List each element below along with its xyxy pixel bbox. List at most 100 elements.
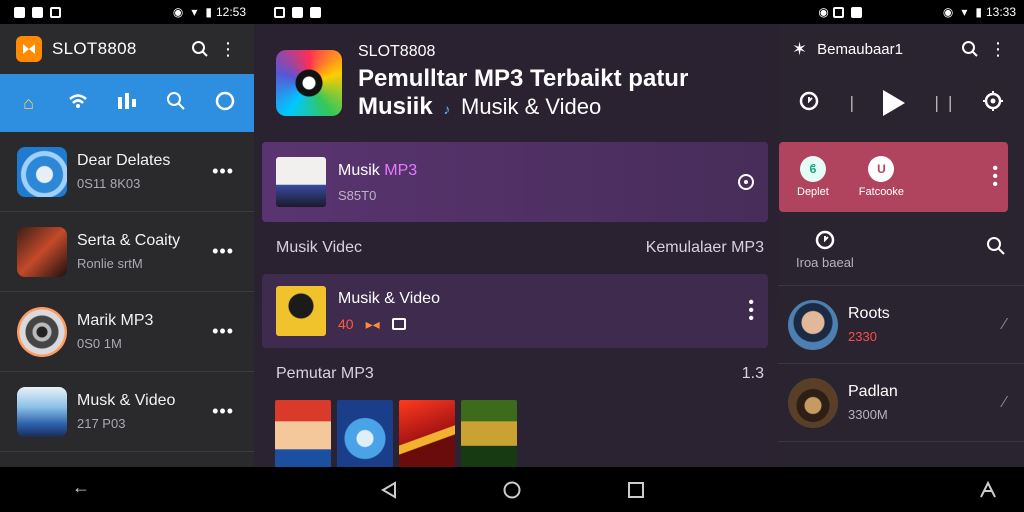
- more-horiz-icon[interactable]: •••: [202, 401, 244, 422]
- artist-name: Roots: [848, 305, 890, 322]
- status-time: 12:53: [215, 5, 246, 19]
- notification-icon: [292, 6, 303, 18]
- home-icon: ⌂: [23, 92, 35, 113]
- recents-square-icon[interactable]: [627, 481, 645, 504]
- music-note-icon: ♪: [443, 101, 451, 117]
- tab-home[interactable]: ⌂: [11, 85, 47, 121]
- more-horiz-icon[interactable]: •••: [202, 321, 244, 342]
- more-vert-icon[interactable]: ⋮: [984, 35, 1012, 63]
- rotate-icon[interactable]: [978, 480, 998, 505]
- tab-search[interactable]: [158, 85, 194, 121]
- alarm-icon: ◉: [818, 5, 829, 19]
- back-arrow-icon[interactable]: ←: [72, 477, 90, 498]
- card-title: Musik & Video: [338, 289, 440, 307]
- timer-icon[interactable]: [814, 228, 836, 255]
- artist-count: 2330: [848, 329, 877, 344]
- alarm-icon: ◉: [172, 5, 184, 19]
- player-title: Bemaubaar1: [817, 40, 903, 58]
- featured-card[interactable]: Musik MP3 S85T0: [262, 142, 768, 222]
- more-vert-icon[interactable]: ⋮: [214, 35, 242, 63]
- list-item[interactable]: Serta & Coaity Ronlie srtM •••: [0, 212, 254, 292]
- wifi-icon: ▾: [961, 5, 968, 19]
- list-item-title: Musk & Video: [77, 392, 176, 409]
- tab-stream[interactable]: [60, 85, 96, 121]
- poster-thumbnail[interactable]: [399, 400, 455, 467]
- play-icon[interactable]: [883, 90, 906, 116]
- list-item-subtitle: 0S11 8K03: [77, 176, 141, 191]
- search-icon[interactable]: [986, 236, 1006, 261]
- poster-thumbnail[interactable]: [337, 400, 393, 467]
- radio-icon[interactable]: [738, 174, 754, 190]
- more-vert-icon[interactable]: • • •: [992, 161, 998, 193]
- page-title: Pemulltar MP3 Terbaikt patur Musiik ♪ Mu…: [358, 65, 688, 123]
- section-title[interactable]: Musik Videc: [276, 239, 362, 257]
- list-item[interactable]: Musk & Video 217 P03 •••: [0, 372, 254, 452]
- wifi-icon: ▾: [191, 5, 198, 19]
- main-panel: SLOT8808 Pemulltar MP3 Terbaikt patur Mu…: [254, 24, 778, 467]
- wifi-icon: [68, 93, 88, 114]
- section-header: Pemutar MP3 1.3: [254, 348, 778, 400]
- notification-icon: [310, 6, 321, 18]
- card-title: Musik MP3: [338, 162, 417, 180]
- artist-avatar: [788, 377, 838, 428]
- equalizer-icon: [117, 92, 137, 115]
- back-triangle-icon[interactable]: [380, 481, 398, 504]
- timer-label: Iroa baeal: [796, 254, 854, 270]
- search-icon: [166, 91, 186, 116]
- deplet-button[interactable]: ϐ Deplet: [797, 156, 829, 198]
- section-link[interactable]: Kemulalaer MP3: [646, 239, 764, 257]
- system-nav-bar: ←: [0, 467, 1024, 512]
- pause-icon[interactable]: ❘❘: [930, 93, 957, 113]
- album-thumbnail: [17, 306, 67, 357]
- album-thumbnail: [17, 146, 67, 197]
- poster-thumbnail[interactable]: [461, 400, 517, 467]
- more-vert-icon[interactable]: • • •: [748, 295, 754, 327]
- quick-actions-card: ϐ Deplet U Fatcooke • • •: [779, 142, 1008, 212]
- list-item-title: Marik MP3: [77, 312, 154, 329]
- disc-icon: [215, 91, 235, 116]
- notification-icon: [32, 6, 43, 18]
- list-item[interactable]: Dear Delates 0S11 8K03 •••: [0, 132, 254, 212]
- album-thumbnail: [276, 157, 326, 207]
- search-icon[interactable]: [956, 35, 984, 63]
- header-brand: SLOT8808: [358, 43, 436, 60]
- home-circle-icon[interactable]: [503, 481, 521, 504]
- tab-bar: ⌂: [0, 74, 254, 132]
- star-icon[interactable]: ✶: [792, 39, 807, 60]
- more-horiz-icon[interactable]: •••: [202, 241, 244, 262]
- notification-icon: [274, 6, 285, 18]
- list-item-subtitle: 217 P03: [77, 416, 126, 431]
- fatcooke-button[interactable]: U Fatcooke: [859, 156, 904, 198]
- notification-icon: [850, 6, 862, 18]
- player-panel: ✶ Bemaubaar1 ⋮ ❘ ❘❘ ϐ Deplet U Fatcooke …: [778, 24, 1024, 467]
- poster-thumbnail[interactable]: [275, 400, 331, 467]
- title-line2: Musiik: [358, 93, 433, 120]
- bow-icon: ▸◂: [365, 315, 380, 332]
- artist-row[interactable]: Roots 2330 ⁄: [778, 286, 1024, 364]
- screen-icon[interactable]: [391, 318, 406, 330]
- player-header: ✶ Bemaubaar1 ⋮: [778, 24, 1024, 74]
- playback-controls: ❘ ❘❘: [778, 74, 1024, 132]
- timer-row: Iroa baeal: [778, 212, 1024, 286]
- title-subtitle: Musik & Video: [461, 94, 602, 119]
- status-bar-left: ◉ ▾ ▮ 12:53: [0, 0, 254, 24]
- artist-row[interactable]: Padlan 3300M ⁄: [778, 364, 1024, 442]
- more-horiz-icon[interactable]: •••: [202, 161, 244, 182]
- card-title-part: Musik: [338, 161, 385, 179]
- edit-icon[interactable]: ⁄: [1003, 394, 1006, 412]
- app-logo-icon: [16, 36, 42, 62]
- video-card[interactable]: Musik & Video 40 ▸◂ • • •: [262, 274, 768, 348]
- section-title[interactable]: Pemutar MP3: [276, 365, 374, 383]
- search-icon[interactable]: [186, 35, 214, 63]
- previous-icon[interactable]: ❘: [845, 93, 858, 113]
- notification-icon: [832, 6, 844, 18]
- album-thumbnail: [17, 226, 67, 277]
- tab-disc[interactable]: [207, 85, 243, 121]
- list-item[interactable]: Marik MP3 0S0 1M •••: [0, 292, 254, 372]
- locate-icon[interactable]: [982, 90, 1004, 117]
- status-bar-mid: [264, 0, 764, 24]
- repeat-icon[interactable]: [798, 90, 820, 117]
- edit-icon[interactable]: ⁄: [1003, 316, 1006, 334]
- tab-equalizer[interactable]: [109, 85, 145, 121]
- main-header: SLOT8808 Pemulltar MP3 Terbaikt patur Mu…: [254, 24, 778, 142]
